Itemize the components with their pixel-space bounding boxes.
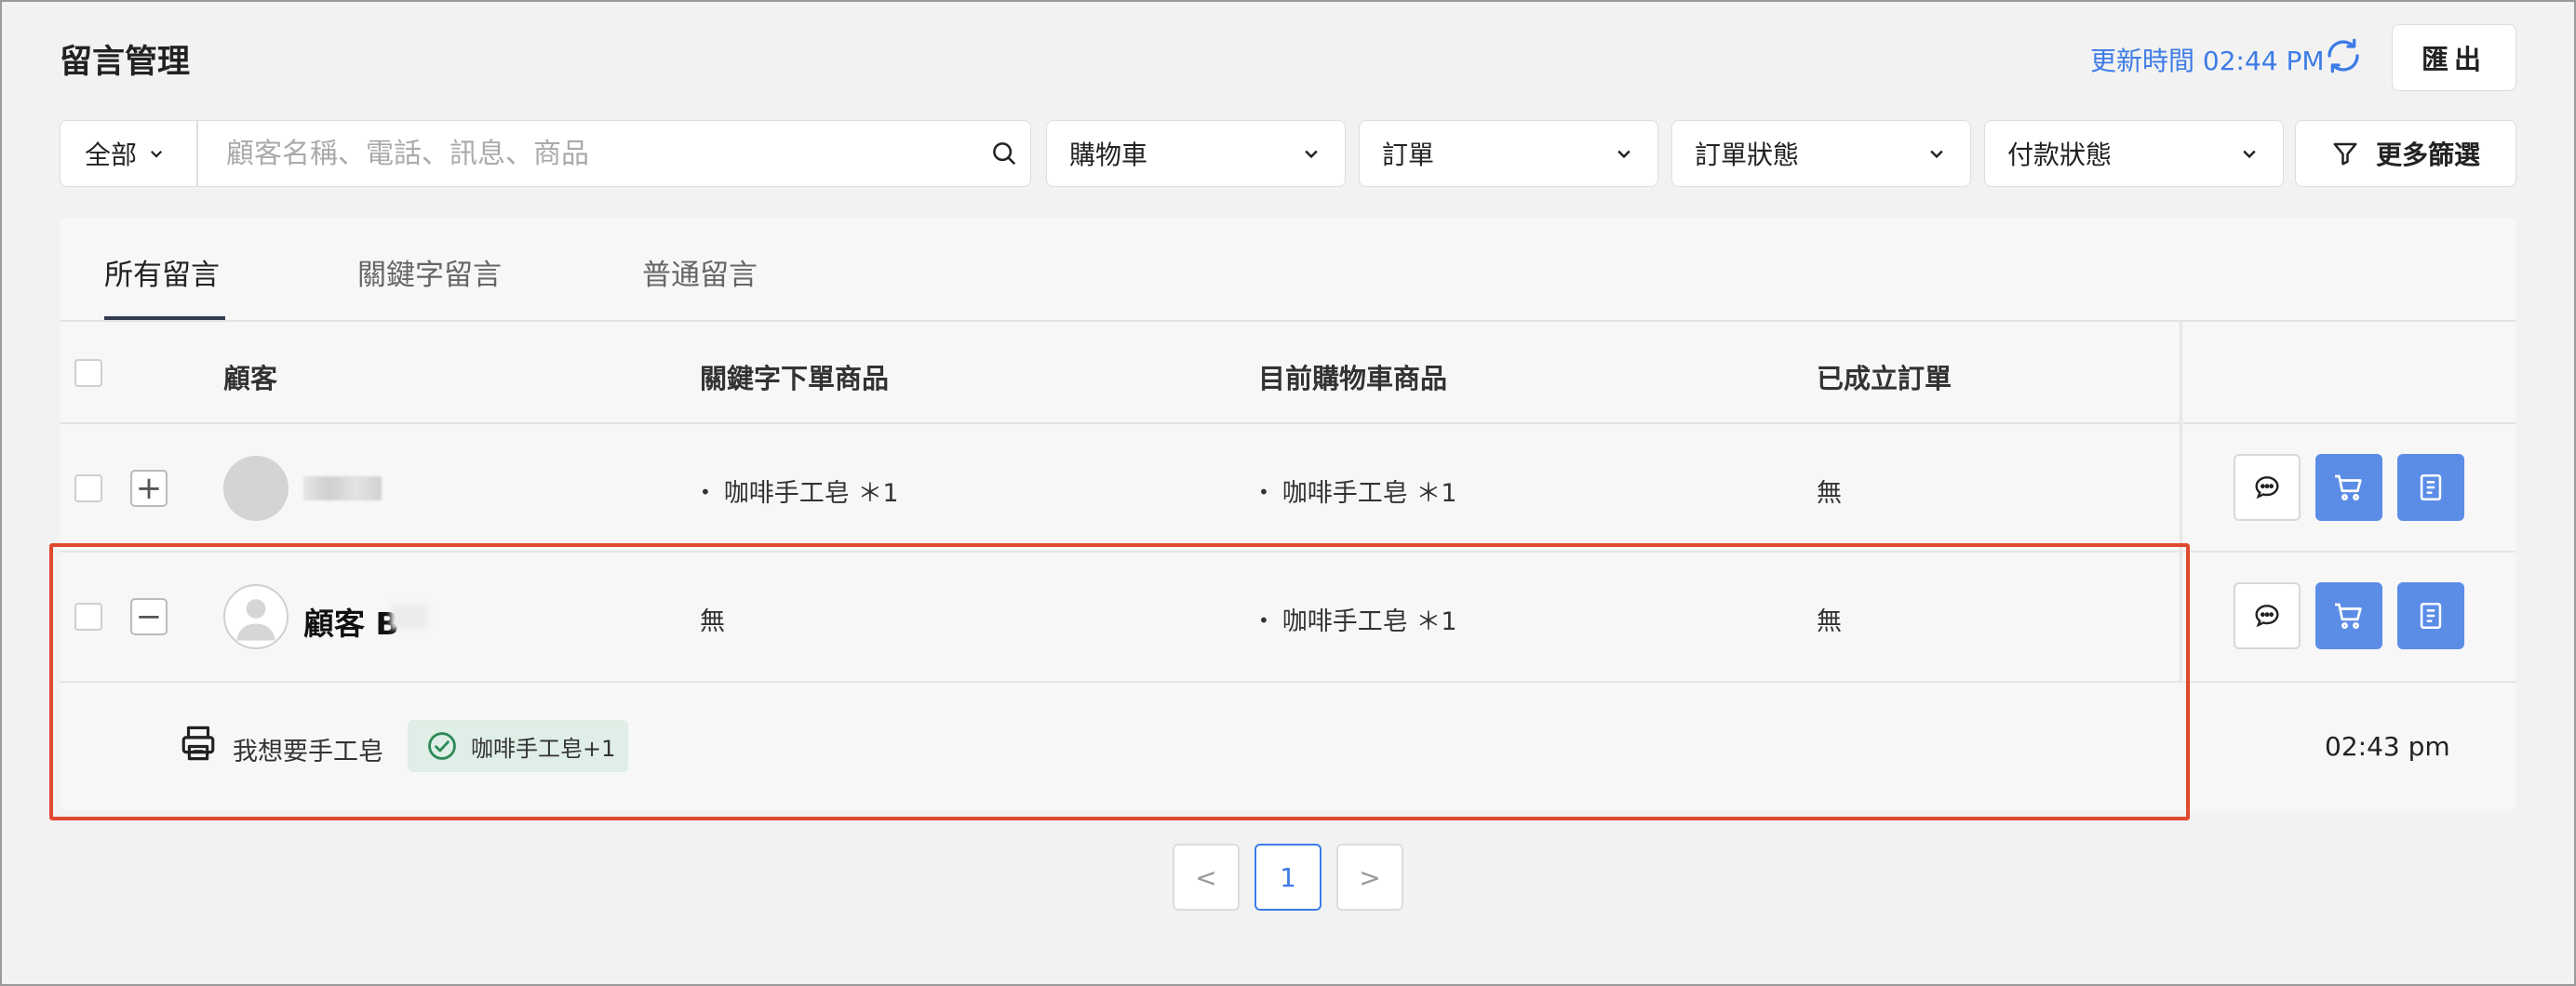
keyword-product-item: 咖啡手工皂 ＊1 [700,473,899,509]
chevron-down-icon [150,150,163,158]
matched-product-tag: 咖啡手工皂+1 [408,720,629,772]
chevron-down-icon [2243,150,2256,159]
row-checkbox[interactable] [74,474,102,502]
expanded-comment-row: 我想要手工皂 咖啡手工皂+1 02:43 pm [60,683,2516,811]
chat-icon [2255,605,2279,628]
collapse-row-button[interactable]: − [130,598,168,635]
check-circle-icon [428,732,456,760]
page-title: 留言管理 [60,44,191,81]
search-input[interactable] [198,121,978,186]
export-button[interactable]: 匯出 [2392,24,2516,91]
chevron-down-icon [1930,150,1943,159]
customer-name-redacted [303,476,382,500]
search-icon[interactable] [978,121,1030,186]
comment-time: 02:43 pm [2325,731,2450,762]
active-tab-indicator [104,316,225,320]
order-button[interactable] [2397,454,2464,521]
order-status-label: 訂單狀態 [1695,140,1800,170]
refresh-icon[interactable] [2325,37,2362,74]
cart-filter-label: 購物車 [1069,140,1148,170]
column-header-keyword-products: 關鍵字下單商品 [700,363,890,394]
scope-select-label: 全部 [85,140,138,170]
tab-bar: 所有留言 關鍵字留言 普通留言 [60,218,2516,322]
payment-status-dropdown[interactable]: 付款狀態 [1984,120,2284,187]
next-page-button[interactable]: > [1336,844,1403,911]
cart-button[interactable] [2315,582,2382,649]
avatar [223,456,288,521]
table-row: + 咖啡手工皂 ＊1 咖啡手工皂 ＊1 無 [60,424,2516,553]
cart-icon [2335,603,2362,629]
update-time: 更新時間 02:44 PM [2090,46,2325,76]
tab-normal-comments[interactable]: 普通留言 [642,251,758,293]
cart-product-item: 咖啡手工皂 ＊1 [1258,601,1457,637]
sticky-column-divider [2180,322,2183,683]
printer-icon[interactable] [179,724,218,763]
customer-name-redacted [391,605,428,629]
column-header-customer: 顧客 [223,363,278,394]
chat-button[interactable] [2234,454,2301,521]
table-header: 顧客 關鍵字下單商品 目前購物車商品 已成立訂單 [60,322,2516,424]
more-filters-label: 更多篩選 [2375,140,2480,170]
avatar-icon [223,584,288,649]
orders-value: 無 [1817,607,1842,636]
chat-icon [2255,476,2279,500]
scope-select[interactable]: 全部 [60,121,198,186]
chevron-down-icon [1617,150,1630,159]
filter-icon [2333,142,2357,166]
cart-icon [2335,474,2362,500]
customer-name: 顧客 B [303,606,399,642]
column-header-cart-products: 目前購物車商品 [1258,363,1448,394]
cart-filter-dropdown[interactable]: 購物車 [1046,120,1346,187]
cart-product-item: 咖啡手工皂 ＊1 [1258,473,1457,509]
comments-card: 所有留言 關鍵字留言 普通留言 顧客 關鍵字下單商品 目前購物車商品 已成立訂單… [60,218,2516,811]
matched-product-label: 咖啡手工皂+1 [471,735,616,762]
select-all-checkbox[interactable] [74,359,102,387]
page-button-1[interactable]: 1 [1254,844,1322,911]
row-checkbox[interactable] [74,603,102,631]
chat-button[interactable] [2234,582,2301,649]
expand-row-button[interactable]: + [130,470,168,507]
order-filter-label: 訂單 [1382,140,1435,170]
keyword-product-item: 無 [700,607,725,636]
tab-all-comments[interactable]: 所有留言 [104,251,220,293]
column-header-orders: 已成立訂單 [1817,363,1952,394]
payment-status-label: 付款狀態 [2007,140,2113,170]
cart-button[interactable] [2315,454,2382,521]
search-bar: 全部 [60,120,1031,187]
table-row: − 顧客 B 無 咖啡手工皂 ＊1 無 [60,554,2516,683]
order-button[interactable] [2397,582,2464,649]
chevron-down-icon [1305,150,1318,159]
order-filter-dropdown[interactable]: 訂單 [1359,120,1658,187]
orders-value: 無 [1817,479,1842,508]
more-filters-button[interactable]: 更多篩選 [2295,120,2516,187]
tab-keyword-comments[interactable]: 關鍵字留言 [357,251,502,293]
order-icon [2420,473,2442,501]
order-status-dropdown[interactable]: 訂單狀態 [1671,120,1971,187]
order-icon [2420,602,2442,630]
comment-text: 我想要手工皂 [233,738,383,766]
prev-page-button[interactable]: < [1173,844,1240,911]
